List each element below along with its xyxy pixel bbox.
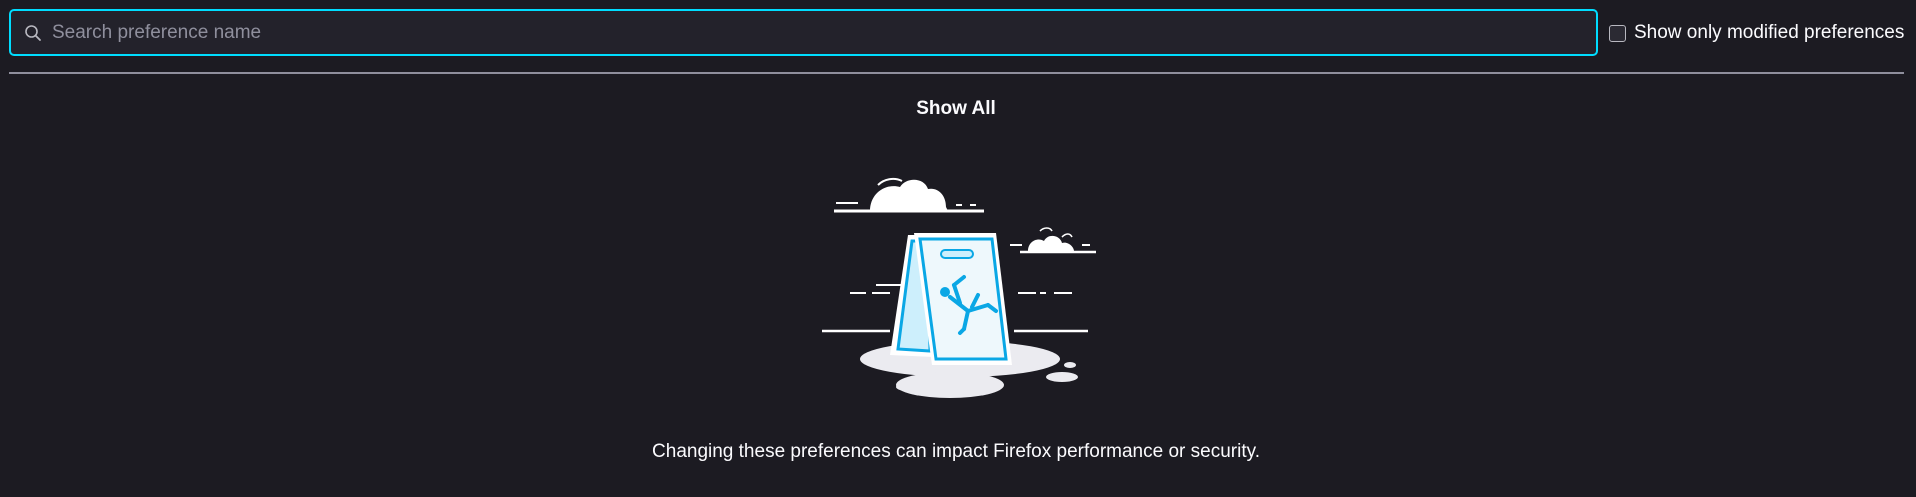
warning-message: Changing these preferences can impact Fi… — [652, 441, 1260, 462]
search-icon — [22, 22, 44, 44]
show-all-button[interactable]: Show All — [0, 98, 1912, 120]
modified-preferences-filter[interactable]: Show only modified preferences — [1609, 22, 1904, 44]
modified-only-checkbox[interactable] — [1609, 24, 1626, 42]
modified-only-label[interactable]: Show only modified preferences — [1634, 22, 1904, 44]
cloud-icon — [834, 177, 984, 213]
search-field[interactable] — [9, 9, 1598, 56]
small-cloud-icon — [1010, 227, 1096, 254]
topbar: Show only modified preferences — [0, 0, 1916, 60]
search-input[interactable] — [52, 11, 1596, 54]
caution-sign-illustration — [800, 165, 1112, 405]
divider — [9, 72, 1904, 74]
